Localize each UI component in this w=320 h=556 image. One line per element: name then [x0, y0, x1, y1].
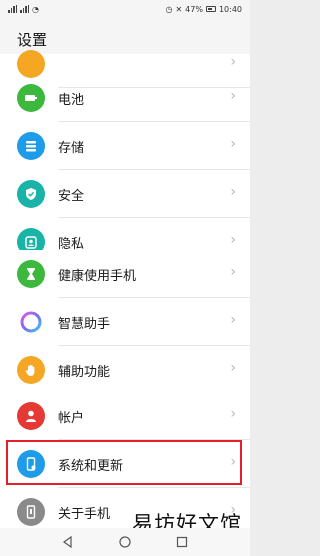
settings-item-label: 存储 — [58, 141, 85, 156]
back-icon[interactable] — [62, 533, 74, 552]
recents-icon[interactable] — [176, 533, 188, 552]
signal-icon — [8, 5, 17, 13]
hourglass-icon — [17, 260, 45, 288]
settings-group-1: › 电池 › 存储 › 安全 › 隐私 › — [0, 50, 250, 266]
settings-item-security[interactable]: 安全 › — [0, 170, 250, 218]
chevron-right-icon: › — [230, 312, 236, 328]
hand-icon — [17, 356, 45, 384]
status-bar: ◔ ◷ ✕ 47% 10:40 — [0, 0, 250, 18]
chevron-right-icon: › — [230, 360, 236, 376]
chevron-right-icon: › — [230, 264, 236, 280]
clock: 10:40 — [218, 4, 242, 14]
chevron-right-icon: › — [230, 136, 236, 152]
settings-item-account[interactable]: 帐户 › — [0, 392, 250, 440]
signal-icon-2 — [20, 5, 29, 13]
settings-item-smart-assistant[interactable]: 智慧助手 › — [0, 298, 250, 346]
battery-icon — [17, 84, 45, 112]
settings-item-accessibility[interactable]: 辅助功能 › — [0, 346, 250, 394]
mute-icon: ✕ — [175, 4, 183, 14]
assistant-icon — [17, 308, 45, 336]
settings-group-2: 健康使用手机 › 智慧助手 › 辅助功能 › — [0, 250, 250, 396]
settings-item-label: 辅助功能 — [58, 365, 111, 380]
account-icon — [17, 402, 45, 430]
settings-item-digital-balance[interactable]: 健康使用手机 › — [0, 250, 250, 298]
home-icon[interactable] — [119, 533, 131, 552]
settings-item-label: 电池 — [58, 93, 85, 108]
chevron-right-icon: › — [230, 88, 236, 104]
settings-item-battery[interactable]: 电池 › — [0, 74, 250, 122]
wifi-icon: ◔ — [32, 4, 39, 14]
status-left: ◔ — [8, 5, 39, 14]
settings-item-label: 安全 — [58, 189, 85, 204]
settings-item-label: 健康使用手机 — [58, 269, 137, 284]
phone-icon — [17, 498, 45, 526]
highlight-box — [6, 440, 242, 485]
settings-item-label: 关于手机 — [58, 507, 111, 522]
battery-status-icon — [205, 6, 216, 12]
chevron-right-icon: › — [230, 406, 236, 422]
chevron-right-icon: › — [230, 184, 236, 200]
settings-item-label: 帐户 — [58, 411, 85, 426]
battery-percent: 47% — [185, 4, 203, 14]
chevron-right-icon: › — [230, 232, 236, 248]
storage-icon — [17, 132, 45, 160]
settings-item-label: 智慧助手 — [58, 317, 111, 332]
status-right: ◷ ✕ 47% 10:40 — [165, 5, 242, 14]
chevron-right-icon: › — [230, 54, 236, 70]
settings-item-storage[interactable]: 存储 › — [0, 122, 250, 170]
alarm-icon: ◷ — [165, 4, 173, 14]
shield-icon — [17, 180, 45, 208]
navigation-bar — [0, 528, 250, 556]
